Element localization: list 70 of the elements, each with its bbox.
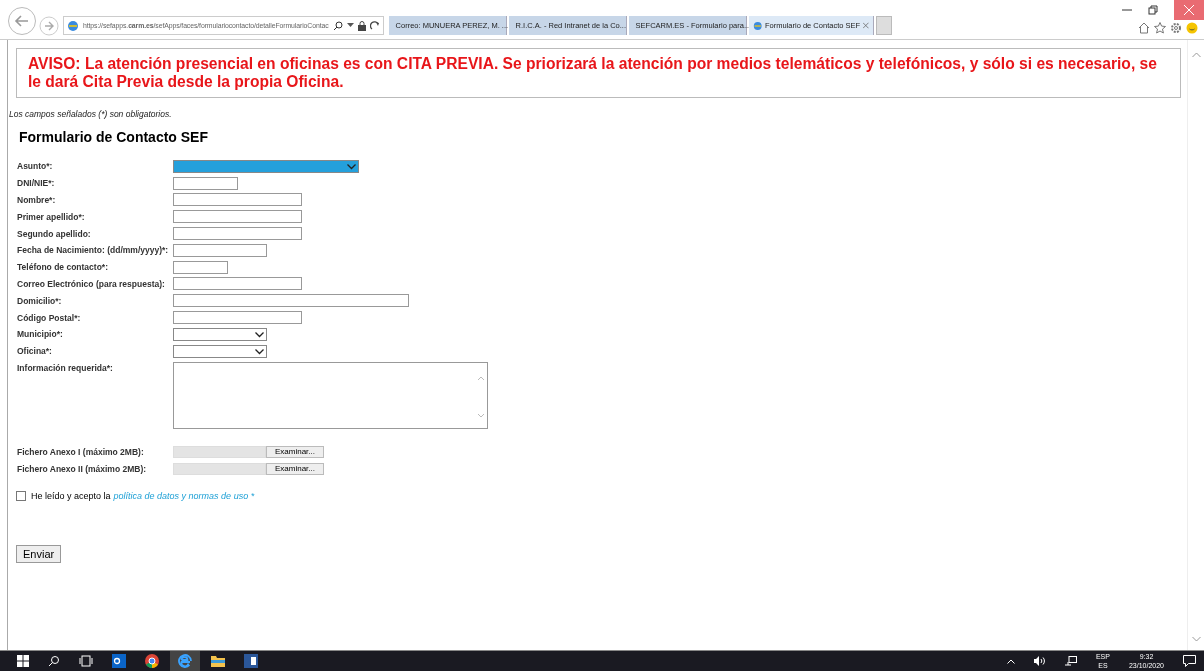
network-icon[interactable] [1064, 656, 1077, 666]
forward-icon[interactable] [39, 16, 59, 36]
chevron-down-icon [347, 163, 356, 170]
folder-icon[interactable] [211, 655, 225, 667]
chrome-icon[interactable] [145, 654, 159, 668]
close-button[interactable] [1174, 0, 1204, 20]
file-field[interactable] [173, 462, 266, 475]
chevron-down-icon [255, 331, 264, 338]
star-icon[interactable] [1154, 22, 1166, 34]
close-icon [1184, 5, 1194, 15]
file-field[interactable] [173, 445, 266, 458]
field-label: Nombre*: [17, 195, 57, 205]
refresh-icon[interactable] [369, 20, 380, 31]
field-label: Información requerida*: [17, 362, 114, 373]
input-field[interactable] [173, 260, 228, 274]
input-field[interactable] [173, 210, 302, 224]
word-icon[interactable] [244, 654, 258, 668]
home-icon[interactable] [1138, 22, 1150, 34]
browser-icon [67, 19, 79, 32]
back-icon[interactable] [7, 6, 37, 36]
field-label: Fichero Anexo I (máximo 2MB): [17, 446, 145, 457]
browser-icon [752, 19, 762, 32]
input-field[interactable] [173, 294, 409, 308]
browse-button[interactable]: Examinar... [266, 445, 324, 458]
checkbox[interactable] [16, 491, 26, 502]
search-icon[interactable] [332, 20, 343, 31]
task-view-icon[interactable] [79, 655, 93, 667]
submit-button[interactable]: Enviar [16, 545, 62, 564]
close-icon[interactable] [863, 22, 869, 29]
smiley-icon[interactable] [1186, 22, 1198, 34]
search-icon[interactable] [48, 655, 60, 667]
notifications-icon[interactable] [1183, 655, 1196, 667]
dropdown-field[interactable] [173, 344, 267, 358]
restore-icon[interactable] [1148, 5, 1158, 15]
field-label: Correo Electrónico (para respuesta): [17, 278, 166, 289]
input-field[interactable] [173, 311, 302, 325]
input-field[interactable] [173, 277, 302, 291]
notice-banner: AVISO: La atención presencial en oficinas es con CITA PREVIA. Se priorizará la atención por medios telemáticos y telefónicos, y sólo si es necesario, se le dará Cita Previa desde la propia Oficina. [16, 48, 1181, 98]
settings-icon[interactable] [1170, 22, 1182, 34]
input-field[interactable] [173, 243, 267, 257]
field-label: Código Postal*: [17, 312, 82, 323]
form-title: Formulario de Contacto SEF [19, 129, 209, 145]
dropdown-field[interactable] [173, 159, 359, 173]
caret-icon[interactable] [346, 23, 354, 28]
field-label: Asunto*: [17, 161, 54, 172]
browser-icon[interactable] [178, 654, 192, 668]
consent-text: He leído y acepto la [31, 491, 111, 502]
field-label: Municipio*: [17, 329, 64, 340]
field-label: Domicilio*: [17, 295, 63, 306]
speaker-icon[interactable] [1033, 656, 1046, 666]
lock-icon [357, 20, 366, 31]
text-area[interactable] [173, 361, 488, 429]
input-field[interactable] [173, 193, 302, 207]
dropdown-field[interactable] [173, 327, 267, 341]
field-label: Fecha de Nacimiento: (dd/mm/yyyy)*: [17, 245, 170, 256]
start-icon[interactable] [17, 655, 29, 667]
field-label: Fichero Anexo II (máximo 2MB): [17, 463, 148, 474]
field-label: Oficina*: [17, 346, 53, 357]
field-label: Segundo apellido: [17, 228, 92, 239]
field-label: Teléfono de contacto*: [17, 262, 109, 273]
input-field[interactable] [173, 176, 238, 190]
field-label: Primer apellido*: [17, 211, 86, 222]
browse-button[interactable]: Examinar... [266, 462, 324, 475]
input-field[interactable] [173, 227, 302, 241]
chevron-down-icon [255, 348, 264, 355]
field-label: DNI/NIE*: [17, 178, 56, 189]
chevron-up-icon[interactable] [1006, 658, 1015, 664]
new-tab-button[interactable] [875, 16, 892, 35]
mail-app-icon[interactable] [112, 654, 126, 668]
required-note: Los campos señalados (*) son obligatorios. [9, 109, 173, 119]
